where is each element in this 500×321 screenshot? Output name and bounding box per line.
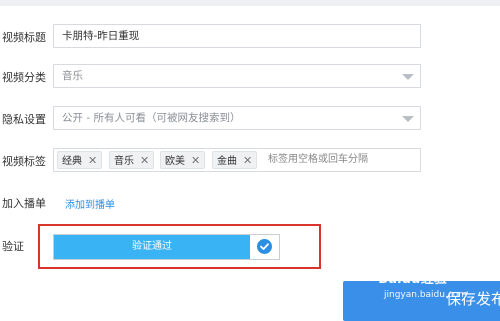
top-divider bbox=[0, 0, 500, 6]
chevron-down-icon bbox=[402, 116, 414, 122]
close-icon[interactable]: ✕ bbox=[243, 154, 252, 167]
title-label: 视频标题 bbox=[2, 31, 46, 44]
verify-status: 验证通过 bbox=[54, 235, 250, 259]
title-value: 卡朋特-昨日重现 bbox=[62, 30, 140, 42]
tags-label: 视频标签 bbox=[2, 155, 46, 168]
playlist-label: 加入播单 bbox=[2, 197, 46, 210]
tag-text: 经典 bbox=[62, 156, 82, 167]
tag-chip: 金曲 ✕ bbox=[212, 151, 258, 169]
close-icon[interactable]: ✕ bbox=[140, 154, 149, 167]
category-label: 视频分类 bbox=[2, 71, 46, 84]
tag-chip: 欧美 ✕ bbox=[160, 151, 206, 169]
check-icon bbox=[257, 239, 272, 254]
tag-text: 欧美 bbox=[165, 156, 185, 167]
privacy-value: 公开 - 所有人可看（可被网友搜索到） bbox=[62, 112, 241, 124]
tags-input[interactable]: 经典 ✕ 音乐 ✕ 欧美 ✕ 金曲 ✕ 标签用空格或回车分隔 bbox=[53, 148, 421, 172]
title-input[interactable]: 卡朋特-昨日重现 bbox=[53, 24, 421, 48]
tag-text: 金曲 bbox=[217, 156, 237, 167]
tag-text: 音乐 bbox=[114, 156, 134, 167]
tag-chip: 音乐 ✕ bbox=[109, 151, 155, 169]
verify-label: 验证 bbox=[2, 240, 24, 253]
category-value: 音乐 bbox=[62, 70, 83, 82]
verify-slider[interactable]: 验证通过 bbox=[53, 234, 280, 260]
privacy-label: 隐私设置 bbox=[2, 113, 46, 126]
tags-placeholder: 标签用空格或回车分隔 bbox=[268, 154, 368, 165]
close-icon[interactable]: ✕ bbox=[88, 154, 97, 167]
category-select[interactable]: 音乐 bbox=[53, 64, 421, 88]
save-publish-button[interactable]: 保存发布 bbox=[343, 281, 500, 321]
chevron-down-icon bbox=[402, 74, 414, 80]
tag-chip: 经典 ✕ bbox=[57, 151, 103, 169]
save-publish-label: 保存发布 bbox=[446, 290, 500, 308]
privacy-select[interactable]: 公开 - 所有人可看（可被网友搜索到） bbox=[53, 106, 421, 130]
add-to-playlist-link[interactable]: 添加到播单 bbox=[65, 196, 115, 211]
close-icon[interactable]: ✕ bbox=[191, 154, 200, 167]
